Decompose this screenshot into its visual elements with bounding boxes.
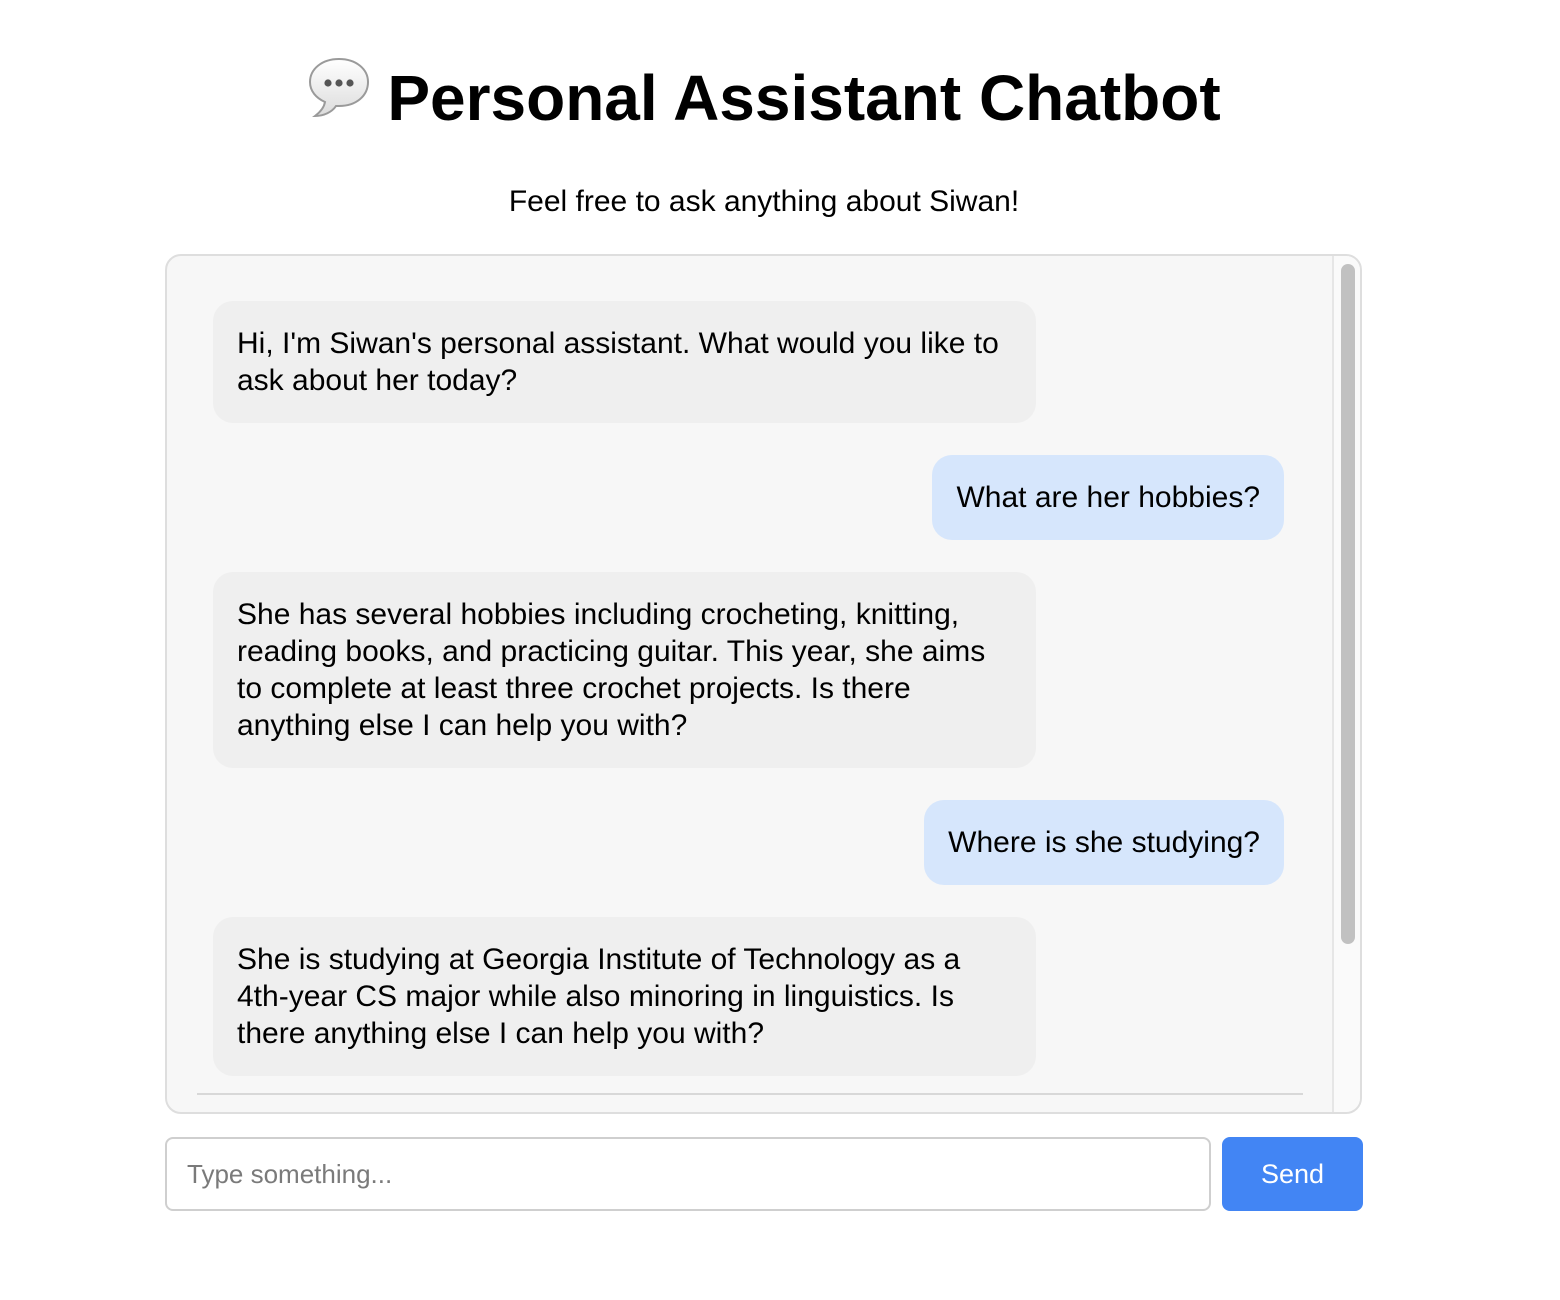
speech-bubble-icon (307, 55, 371, 139)
send-button[interactable]: Send (1222, 1137, 1363, 1211)
scrollbar-thumb[interactable] (1341, 264, 1355, 944)
chat-scrollbar[interactable] (1332, 256, 1360, 1112)
page-subtitle: Feel free to ask anything about Siwan! (508, 185, 1020, 218)
chat-window[interactable]: Hi, I'm Siwan's personal assistant. What… (165, 254, 1362, 1114)
chat-divider (197, 1093, 1303, 1095)
user-message: What are her hobbies? (932, 455, 1284, 540)
page-title: Personal Assistant Chatbot (0, 56, 1528, 145)
title-text: Personal Assistant Chatbot (387, 62, 1221, 134)
bot-message: She is studying at Georgia Institute of … (213, 917, 1036, 1076)
bot-message: Hi, I'm Siwan's personal assistant. What… (213, 301, 1036, 423)
user-message: Where is she studying? (924, 800, 1284, 885)
chatbot-page: Personal Assistant Chatbot Feel free to … (0, 0, 1560, 1300)
bot-message: She has several hobbies including croche… (213, 572, 1036, 768)
message-input[interactable] (165, 1137, 1211, 1211)
